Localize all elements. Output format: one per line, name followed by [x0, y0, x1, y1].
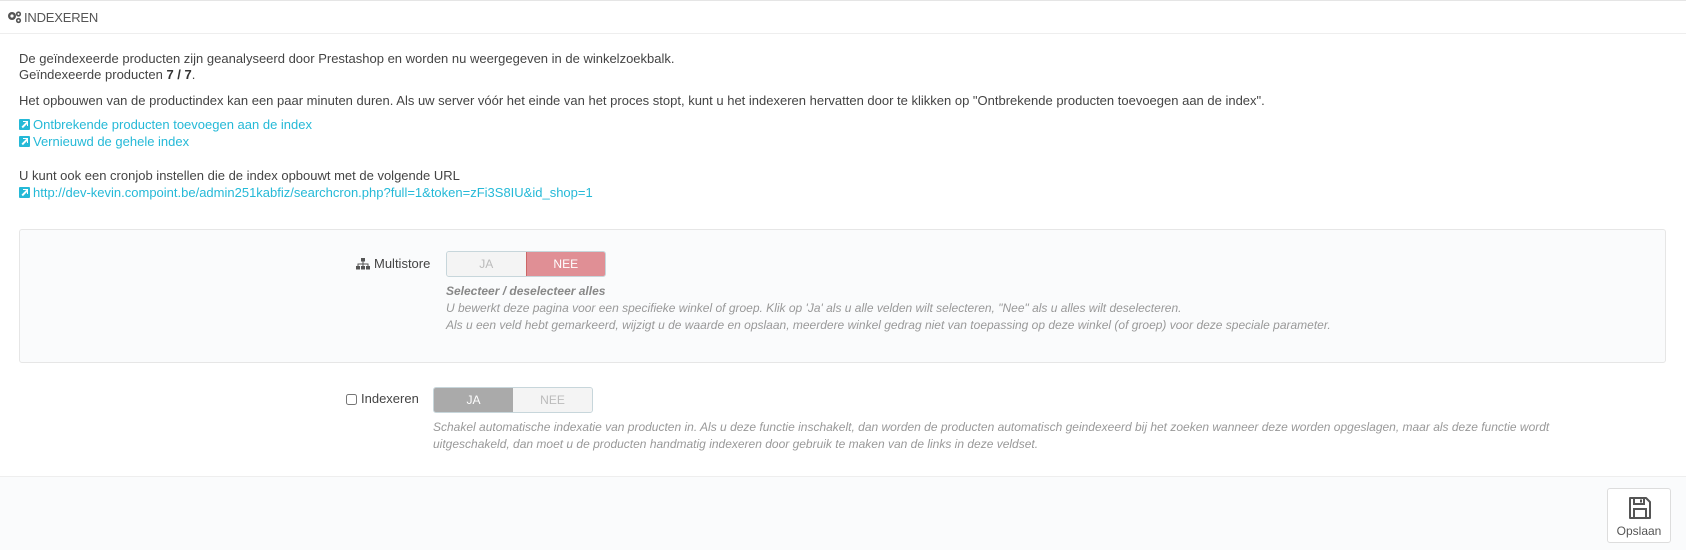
indexeren-no-option[interactable]: NEE [513, 388, 592, 412]
multistore-label: Multistore [356, 256, 430, 271]
sitemap-icon [356, 258, 370, 270]
multistore-well [19, 229, 1666, 363]
intro-line: De geïndexeerde producten zijn geanalyse… [19, 51, 675, 66]
external-link-icon [19, 119, 30, 130]
add-missing-link[interactable]: Ontbrekende producten toevoegen aan de i… [19, 117, 312, 132]
save-button[interactable]: Opslaan [1607, 488, 1671, 543]
indexeren-panel: INDEXEREN De geïndexeerde producten zijn… [0, 0, 1686, 550]
multistore-yes-option[interactable]: JA [447, 252, 526, 276]
panel-title: INDEXEREN [24, 10, 99, 25]
indexeren-help-line2: uitgeschakeld, dan moet u de producten h… [433, 437, 1039, 451]
cron-url: http://dev-kevin.compoint.be/admin251kab… [33, 185, 593, 200]
panel-footer [0, 476, 1686, 550]
indexed-prefix: Geïndexeerde producten [19, 67, 163, 82]
save-button-label: Opslaan [1616, 524, 1662, 538]
rebuild-index-label: Vernieuwd de gehele index [33, 134, 190, 149]
indexeren-label: Indexeren [346, 391, 419, 406]
multistore-help-line2: Als u een veld hebt gemarkeerd, wijzigt … [446, 318, 1331, 332]
rebuild-index-link[interactable]: Vernieuwd de gehele index [19, 134, 189, 149]
indexeren-yes-option[interactable]: JA [434, 388, 513, 412]
indexed-count-line: Geïndexeerde producten 7 / 7. [19, 67, 195, 82]
cogs-icon [8, 11, 22, 24]
multistore-no-option[interactable]: NEE [525, 252, 605, 276]
multistore-help-line1: U bewerkt deze pagina voor een specifiek… [446, 301, 1182, 315]
indexeren-switch[interactable]: JA NEE [433, 387, 593, 413]
floppy-disk-icon [1629, 497, 1651, 519]
external-link-icon [19, 136, 30, 147]
rebuild-note: Het opbouwen van de productindex kan een… [19, 93, 1265, 108]
indexed-count: 7 / 7 [166, 67, 192, 82]
indexeren-multistore-checkbox[interactable] [346, 394, 357, 405]
panel-heading: INDEXEREN [0, 1, 1686, 34]
cron-note: U kunt ook een cronjob instellen die de … [19, 168, 460, 183]
external-link-icon [19, 187, 30, 198]
indexed-suffix: . [191, 67, 196, 82]
indexeren-help-line1: Schakel automatische indexatie van produ… [433, 420, 1550, 434]
add-missing-label: Ontbrekende producten toevoegen aan de i… [33, 117, 312, 132]
indexeren-label-text: Indexeren [361, 391, 419, 406]
cron-url-link[interactable]: http://dev-kevin.compoint.be/admin251kab… [19, 185, 593, 200]
multistore-switch[interactable]: JA NEE [446, 251, 606, 277]
multistore-label-text: Multistore [374, 256, 431, 271]
multistore-help-title: Selecteer / deselecteer alles [446, 284, 606, 298]
